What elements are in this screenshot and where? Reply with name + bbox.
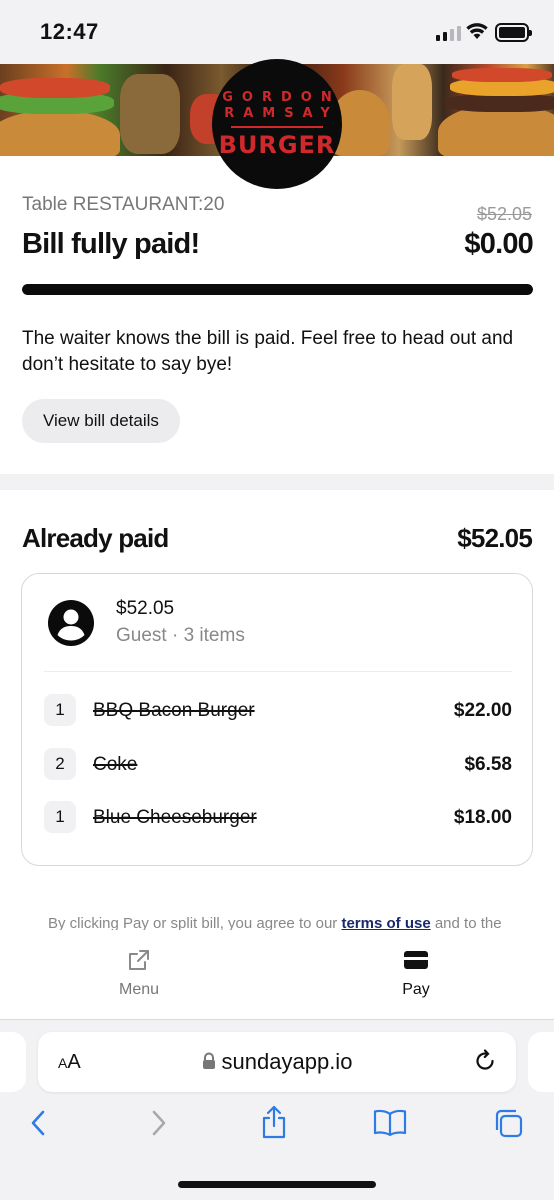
paid-message: The waiter knows the bill is paid. Feel … [22, 328, 514, 375]
nav-pay-button[interactable]: Pay [346, 948, 486, 999]
next-tab-preview[interactable] [528, 1032, 554, 1092]
bookmarks-icon[interactable] [372, 1108, 408, 1138]
lock-icon [202, 1052, 215, 1070]
url-display[interactable]: sundayapp.io [38, 1049, 516, 1075]
payer-amount: $52.05 [116, 598, 175, 619]
list-item: 1 Blue Cheeseburger $18.00 [44, 799, 512, 833]
remaining-amount: $0.00 [464, 228, 533, 260]
item-price: $18.00 [453, 807, 512, 828]
forward-icon[interactable] [145, 1108, 171, 1138]
cellular-signal-icon [436, 26, 461, 41]
list-item: 1 BBQ Bacon Burger $22.00 [44, 692, 512, 726]
reload-icon[interactable] [472, 1048, 498, 1074]
nav-menu-button[interactable]: Menu [69, 948, 209, 999]
payment-card[interactable]: $52.05 Guest · 3 items 1 BBQ Bacon Burge… [21, 573, 533, 866]
back-icon[interactable] [26, 1108, 52, 1138]
user-avatar-icon [48, 600, 94, 646]
item-name: Coke [93, 754, 138, 775]
share-icon[interactable] [259, 1104, 289, 1140]
payment-progress-fill [22, 284, 533, 295]
original-total: $52.05 [476, 204, 532, 224]
item-quantity: 1 [44, 801, 76, 833]
item-name: Blue Cheeseburger [93, 807, 257, 828]
item-quantity: 2 [44, 748, 76, 780]
already-paid-section: Already paid $52.05 $52.05 Guest · 3 ite… [0, 490, 554, 930]
previous-tab-preview[interactable] [0, 1032, 26, 1092]
already-paid-title: Already paid [22, 523, 169, 553]
card-icon [404, 951, 428, 969]
table-label: Table RESTAURANT:20 [22, 194, 225, 215]
terms-of-use-link[interactable]: terms of use [341, 915, 430, 930]
terms-notice: By clicking Pay or split bill, you agree… [48, 915, 502, 930]
item-quantity: 1 [44, 694, 76, 726]
address-bar[interactable]: AA sundayapp.io [38, 1032, 516, 1092]
item-name: BBQ Bacon Burger [93, 700, 255, 721]
url-text: sundayapp.io [221, 1049, 353, 1074]
external-link-icon [129, 950, 149, 970]
wifi-icon [466, 23, 488, 39]
battery-icon [495, 23, 532, 42]
item-price: $6.58 [464, 754, 512, 775]
item-price: $22.00 [453, 700, 512, 721]
home-indicator [178, 1181, 376, 1188]
already-paid-total: $52.05 [457, 523, 533, 553]
status-bar: 12:47 [0, 0, 554, 64]
status-time: 12:47 [40, 19, 99, 44]
list-item: 2 Coke $6.58 [44, 746, 512, 780]
payer-meta: Guest · 3 items [116, 625, 245, 646]
view-bill-details-button[interactable]: View bill details [22, 399, 180, 443]
bill-status-title: Bill fully paid! [22, 228, 200, 260]
divider [44, 671, 512, 672]
payment-progress-bar [22, 284, 533, 295]
tabs-icon[interactable] [492, 1108, 526, 1140]
browser-chrome: AA sundayapp.io [0, 1020, 554, 1200]
bill-summary-card: Table RESTAURANT:20 $52.05 Bill fully pa… [0, 156, 554, 474]
nav-menu-label: Menu [118, 981, 160, 998]
nav-pay-label: Pay [402, 981, 430, 998]
restaurant-logo: GORDON RAMSAY BURGER [212, 59, 342, 189]
bottom-navigation: Menu Pay [0, 930, 554, 1020]
